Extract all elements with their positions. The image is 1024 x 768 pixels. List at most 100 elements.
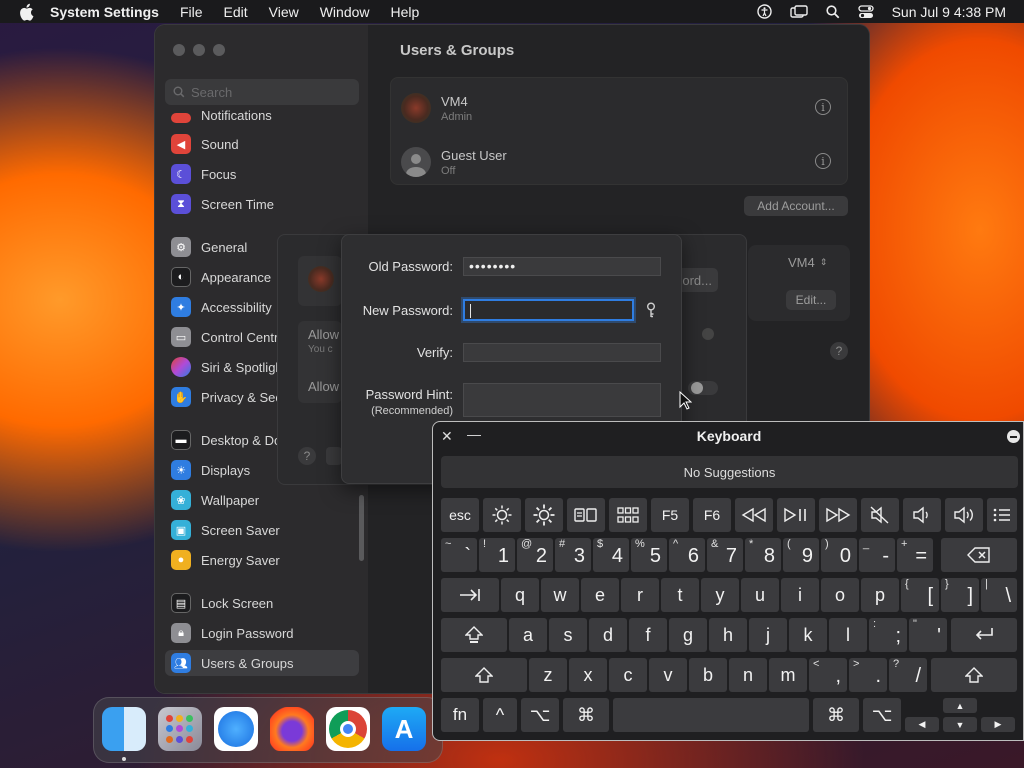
- password-hint-field[interactable]: [463, 383, 661, 417]
- key-o[interactable]: o: [821, 578, 859, 612]
- key-num-11[interactable]: _ -: [859, 538, 895, 572]
- arrow-up-icon[interactable]: ▲: [943, 698, 977, 713]
- key-b[interactable]: b: [689, 658, 727, 692]
- play-pause-icon[interactable]: [777, 498, 815, 532]
- firefox-icon[interactable]: [270, 707, 314, 751]
- brightness-down-icon[interactable]: [483, 498, 521, 532]
- menu-clock[interactable]: Sun Jul 9 4:38 PM: [892, 4, 1006, 20]
- left-shift-icon[interactable]: [441, 658, 527, 692]
- delete-backspace-icon[interactable]: [941, 538, 1017, 572]
- keyboard-options-icon[interactable]: [1007, 430, 1020, 443]
- key-punct-0[interactable]: :;: [869, 618, 907, 652]
- launchpad-grid-icon[interactable]: [609, 498, 647, 532]
- screen-mirroring-icon[interactable]: [789, 4, 808, 19]
- minimize-window-button[interactable]: [193, 44, 205, 56]
- key-punct-1[interactable]: " ': [909, 618, 947, 652]
- key-x[interactable]: x: [569, 658, 607, 692]
- mission-control-icon[interactable]: [567, 498, 605, 532]
- rewind-icon[interactable]: [735, 498, 773, 532]
- toggle-knob[interactable]: [702, 328, 714, 340]
- key-option-right[interactable]: ⌥: [863, 698, 901, 732]
- key-u[interactable]: u: [741, 578, 779, 612]
- key-q[interactable]: q: [501, 578, 539, 612]
- arrow-right-icon[interactable]: ▶: [981, 717, 1015, 732]
- key-s[interactable]: s: [549, 618, 587, 652]
- menu-edit[interactable]: Edit: [224, 4, 248, 20]
- launchpad-icon[interactable]: [158, 707, 202, 751]
- apple-menu-icon[interactable]: [18, 3, 36, 21]
- key-w[interactable]: w: [541, 578, 579, 612]
- key-f6[interactable]: F6: [693, 498, 731, 532]
- info-icon[interactable]: i: [815, 153, 831, 169]
- key-esc[interactable]: esc: [441, 498, 479, 532]
- key-k[interactable]: k: [789, 618, 827, 652]
- sidebar-item-notifications[interactable]: Notifications: [165, 107, 359, 123]
- key-num-8[interactable]: * 8: [745, 538, 781, 572]
- key-num-9[interactable]: (9: [783, 538, 819, 572]
- key-t[interactable]: t: [661, 578, 699, 612]
- key-fn[interactable]: fn: [441, 698, 479, 732]
- key-bracket-1[interactable]: }]: [941, 578, 979, 612]
- key-zpunct-0[interactable]: <,: [809, 658, 847, 692]
- key-control[interactable]: ^: [483, 698, 517, 732]
- sidebar-item-users-groups[interactable]: 👥︎ Users & Groups: [165, 650, 359, 676]
- sidebar-item-wallpaper[interactable]: ❀ Wallpaper: [165, 487, 359, 513]
- key-i[interactable]: i: [781, 578, 819, 612]
- key-z[interactable]: z: [529, 658, 567, 692]
- finder-icon[interactable]: [102, 707, 146, 751]
- key-num-12[interactable]: + =: [897, 538, 933, 572]
- list-menu-icon[interactable]: [987, 498, 1017, 532]
- help-button[interactable]: ?: [298, 447, 316, 465]
- key-zpunct-2[interactable]: ? /: [889, 658, 927, 692]
- key-v[interactable]: v: [649, 658, 687, 692]
- key-command-left[interactable]: ⌘: [563, 698, 609, 732]
- key-g[interactable]: g: [669, 618, 707, 652]
- key-space[interactable]: [613, 698, 809, 732]
- info-icon[interactable]: i: [815, 99, 831, 115]
- cancel-button-fragment[interactable]: [326, 447, 342, 465]
- sidebar-item-lock-screen[interactable]: ▤ Lock Screen: [165, 590, 359, 616]
- key-j[interactable]: j: [749, 618, 787, 652]
- sidebar-item-sound[interactable]: ◀ Sound: [165, 131, 359, 157]
- sidebar-item-energy-saver[interactable]: ● Energy Saver: [165, 547, 359, 573]
- key-num-2[interactable]: @2: [517, 538, 553, 572]
- right-shift-icon[interactable]: [931, 658, 1017, 692]
- spotlight-search-icon[interactable]: [825, 4, 840, 19]
- safari-icon[interactable]: [214, 707, 258, 751]
- sidebar-item-screen-saver[interactable]: ▣ Screen Saver: [165, 517, 359, 543]
- accessibility-status-icon[interactable]: [756, 4, 772, 19]
- menu-app-name[interactable]: System Settings: [50, 4, 159, 20]
- add-account-button[interactable]: Add Account...: [744, 196, 848, 216]
- caps-lock-icon[interactable]: [441, 618, 507, 652]
- return-key-icon[interactable]: [951, 618, 1017, 652]
- menu-file[interactable]: File: [180, 4, 203, 20]
- key-f[interactable]: f: [629, 618, 667, 652]
- chrome-icon[interactable]: [326, 707, 370, 751]
- key-num-10[interactable]: ) 0: [821, 538, 857, 572]
- key-bracket-0[interactable]: {[: [901, 578, 939, 612]
- volume-down-icon[interactable]: [903, 498, 941, 532]
- volume-up-icon[interactable]: [945, 498, 983, 532]
- app-store-icon[interactable]: A: [382, 707, 426, 751]
- menu-view[interactable]: View: [269, 4, 299, 20]
- key-f5[interactable]: F5: [651, 498, 689, 532]
- zoom-window-button[interactable]: [213, 44, 225, 56]
- key-n[interactable]: n: [729, 658, 767, 692]
- key-r[interactable]: r: [621, 578, 659, 612]
- menu-window[interactable]: Window: [320, 4, 370, 20]
- arrow-down-icon[interactable]: ▼: [943, 717, 977, 732]
- help-button[interactable]: ?: [830, 342, 848, 360]
- mute-icon[interactable]: [861, 498, 899, 532]
- key-p[interactable]: p: [861, 578, 899, 612]
- password-assistant-key-icon[interactable]: [646, 302, 656, 318]
- key-num-5[interactable]: % 5: [631, 538, 667, 572]
- key-num-3[interactable]: #3: [555, 538, 591, 572]
- key-num-6[interactable]: ^ 6: [669, 538, 705, 572]
- user-row-guest[interactable]: Guest User Off i: [401, 140, 841, 184]
- key-num-1[interactable]: ! 1: [479, 538, 515, 572]
- user-row-vm4[interactable]: VM4 Admin i: [401, 86, 841, 130]
- key-zpunct-1[interactable]: >.: [849, 658, 887, 692]
- key-option-left[interactable]: ⌥: [521, 698, 559, 732]
- new-password-field[interactable]: [463, 299, 634, 321]
- control-centre-icon[interactable]: [857, 4, 874, 19]
